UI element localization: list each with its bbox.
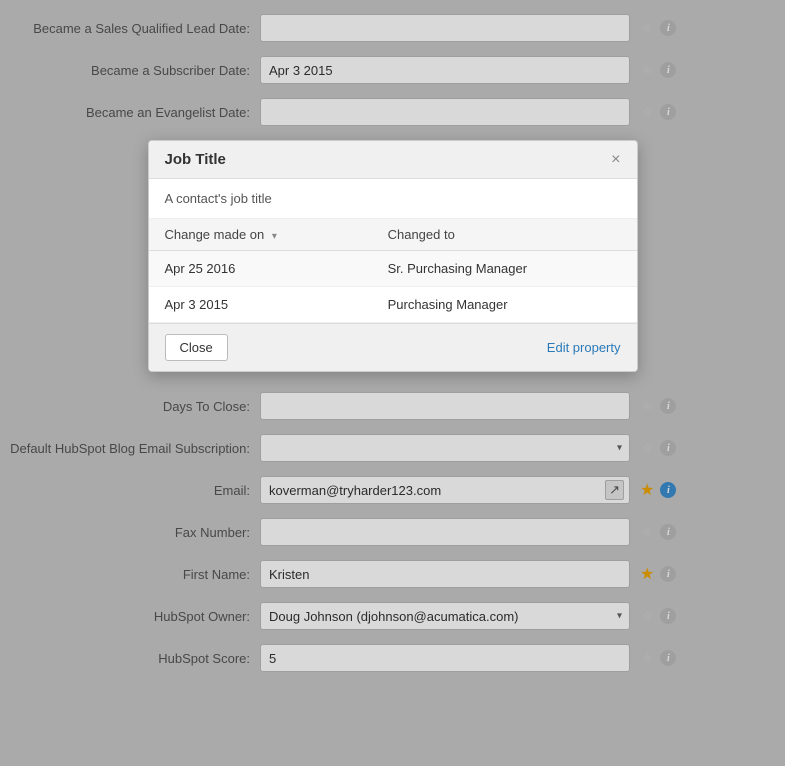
sort-arrow-icon: ▾ [272, 231, 277, 242]
table-cell-date-2: Apr 3 2015 [149, 287, 372, 323]
modal-table-header-row: Change made on ▾ Changed to [149, 219, 637, 251]
table-row: Apr 3 2015 Purchasing Manager [149, 287, 637, 323]
modal-col1-header[interactable]: Change made on ▾ [149, 219, 372, 251]
modal-dialog: Job Title × A contact's job title Change… [148, 140, 638, 372]
table-cell-value-2: Purchasing Manager [372, 287, 637, 323]
modal-footer: Close Edit property [149, 323, 637, 371]
table-row: Apr 25 2016 Sr. Purchasing Manager [149, 251, 637, 287]
modal-close-btn[interactable]: Close [165, 334, 228, 361]
modal-title: Job Title [165, 151, 226, 168]
modal-col2-header: Changed to [372, 219, 637, 251]
modal-description: A contact's job title [149, 179, 637, 219]
modal-header: Job Title × [149, 141, 637, 179]
modal-overlay[interactable]: Job Title × A contact's job title Change… [0, 0, 785, 766]
table-cell-value-1: Sr. Purchasing Manager [372, 251, 637, 287]
table-cell-date-1: Apr 25 2016 [149, 251, 372, 287]
modal-close-button[interactable]: × [611, 152, 620, 168]
edit-property-link[interactable]: Edit property [547, 340, 621, 355]
modal-table: Change made on ▾ Changed to Apr 25 2016 … [149, 219, 637, 323]
